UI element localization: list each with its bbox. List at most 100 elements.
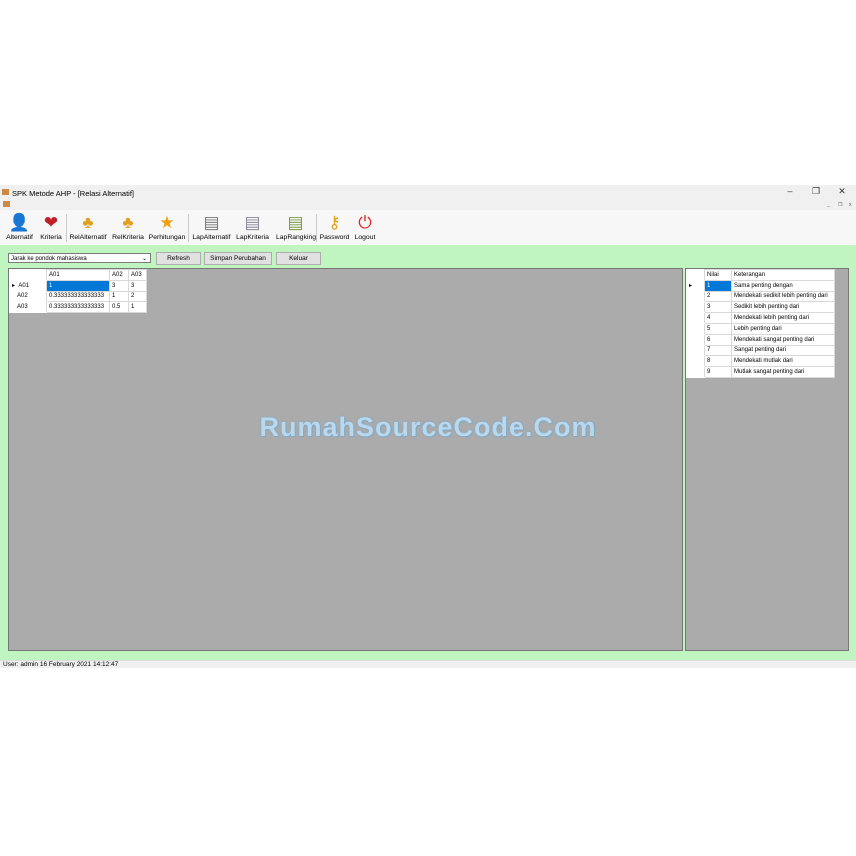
table-row: A03 0.333333333333333 0.5 1 — [9, 301, 147, 314]
column-header[interactable]: A01 — [46, 269, 110, 281]
toolbar-label: Alternatif — [6, 234, 33, 241]
toolbar-label: Logout — [354, 234, 376, 241]
save-changes-button[interactable]: Simpan Perubahan — [204, 252, 272, 265]
row-header[interactable] — [686, 301, 705, 314]
toolbar-kriteria-button[interactable]: ❤ Kriteria — [38, 212, 64, 241]
toolbar-password-button[interactable]: ⚷ Password — [319, 212, 350, 241]
matrix-cell[interactable]: 0.5 — [109, 301, 129, 314]
row-header[interactable] — [686, 355, 705, 368]
keterangan-cell[interactable]: Mendekati lebih penting dari — [731, 312, 835, 324]
star-icon: ★ — [159, 213, 175, 232]
mdi-close-button[interactable]: x — [849, 202, 852, 208]
matrix-cell[interactable]: 1 — [109, 290, 129, 303]
row-header[interactable] — [686, 322, 705, 335]
hierarchy-icon: ♣ — [82, 213, 94, 232]
toolbar-lapalternatif-button[interactable]: ▤ LapAlternatif — [191, 212, 232, 241]
toolbar-label: LapKriteria — [236, 234, 269, 241]
keterangan-cell[interactable]: Sedikit lebih penting dari — [731, 301, 835, 314]
nilai-cell[interactable]: 1 — [704, 279, 732, 292]
keterangan-cell[interactable]: Mendekati sangat penting dari — [731, 333, 835, 346]
toolbar-label: Password — [319, 234, 350, 241]
close-button[interactable]: ✕ — [835, 186, 849, 197]
matrix-cell[interactable]: 1 — [46, 279, 110, 292]
table-row: 4 Mendekati lebih penting dari — [686, 312, 835, 324]
keterangan-cell[interactable]: Mutlak sangat penting dari — [731, 366, 835, 378]
nilai-cell[interactable]: 4 — [704, 312, 732, 324]
nilai-cell[interactable]: 9 — [704, 366, 732, 378]
table-row: A02 0.333333333333333 1 2 — [9, 290, 147, 303]
criteria-select-value: Jarak ke pondok mahasiswa — [11, 256, 87, 262]
matrix-cell[interactable]: 1 — [128, 301, 147, 314]
table-row: 3 Sedikit lebih penting dari — [686, 301, 835, 314]
toolbar-alternatif-button[interactable]: 👤 Alternatif — [3, 212, 36, 241]
toolbar-label: Perhitungan — [148, 234, 186, 241]
row-header[interactable] — [686, 366, 705, 378]
row-header[interactable]: A03 — [9, 301, 47, 314]
matrix-table: A01 A02 A03 ▸ A01 1 3 3 A02 0.333333333333333 1 2… — [9, 269, 147, 314]
matrix-cell[interactable]: 3 — [128, 279, 147, 292]
toolbar-label: LapRangking — [276, 234, 317, 241]
report-icon: ▤ — [244, 213, 261, 232]
toolbar-separator — [66, 214, 67, 242]
keterangan-cell[interactable]: Mendekati sedikit lebih penting dari — [731, 290, 835, 303]
refresh-button[interactable]: Refresh — [156, 252, 201, 265]
toolbar-perhitungan-button[interactable]: ★ Perhitungan — [148, 212, 186, 241]
chevron-down-icon: ⌄ — [141, 256, 147, 262]
row-header[interactable] — [686, 344, 705, 357]
column-header[interactable]: Nilai — [704, 269, 732, 281]
keterangan-cell[interactable]: Lebih penting dari — [731, 322, 835, 335]
matrix-cell[interactable]: 3 — [109, 279, 129, 292]
toolbar-separator — [316, 214, 317, 242]
nilai-cell[interactable]: 8 — [704, 355, 732, 368]
table-row: 5 Lebih penting dari — [686, 322, 835, 335]
row-header[interactable] — [686, 333, 705, 346]
toolbar-separator — [188, 214, 189, 242]
toolbar-relalternatif-button[interactable]: ♣ RelAlternatif — [68, 212, 108, 241]
mdi-minimize-button[interactable]: _ — [827, 202, 830, 208]
nilai-cell[interactable]: 6 — [704, 333, 732, 346]
nilai-cell[interactable]: 5 — [704, 322, 732, 335]
column-header[interactable]: A02 — [109, 269, 129, 281]
table-row: ▸ A01 1 3 3 — [9, 279, 147, 292]
matrix-cell[interactable]: 2 — [128, 290, 147, 303]
toolbar-relkriteria-button[interactable]: ♣ RelKriteria — [111, 212, 145, 241]
criteria-select[interactable]: Jarak ke pondok mahasiswa ⌄ — [8, 253, 151, 263]
keterangan-cell[interactable]: Sama penting dengan — [731, 279, 835, 292]
toolbar-label: Kriteria — [40, 234, 62, 241]
row-header[interactable] — [686, 312, 705, 324]
minimize-button[interactable]: – — [783, 186, 797, 196]
row-header[interactable]: A02 — [9, 290, 47, 303]
nilai-cell[interactable]: 7 — [704, 344, 732, 357]
hierarchy-icon: ♣ — [122, 213, 134, 232]
toolbar-laprangking-button[interactable]: ▤ LapRangking — [276, 212, 317, 241]
column-header[interactable]: A03 — [128, 269, 147, 281]
table-header-row: Nilai Keterangan — [686, 269, 835, 281]
row-header[interactable]: ▸ A01 — [9, 279, 47, 292]
table-row: 6 Mendekati sangat penting dari — [686, 333, 835, 346]
mdi-restore-button[interactable]: ❐ — [838, 202, 842, 208]
keterangan-cell[interactable]: Sangat penting dari — [731, 344, 835, 357]
status-bar: User: admin 16 February 2021 14:12:47 — [0, 660, 856, 668]
row-header[interactable]: ▸ — [686, 279, 705, 292]
heart-plus-icon: ❤ — [43, 213, 59, 232]
exit-button[interactable]: Keluar — [276, 252, 321, 265]
mdi-child-icon — [3, 201, 10, 207]
current-row-icon: ▸ — [12, 283, 16, 290]
table-header-row: A01 A02 A03 — [9, 269, 147, 281]
matrix-grid[interactable] — [8, 268, 683, 651]
nilai-cell[interactable]: 3 — [704, 301, 732, 314]
chart-report-icon: ▤ — [287, 213, 304, 232]
matrix-cell[interactable]: 0.333333333333333 — [46, 301, 110, 314]
row-header[interactable] — [686, 290, 705, 303]
restore-button[interactable]: ❐ — [809, 186, 823, 197]
column-header[interactable]: Keterangan — [731, 269, 835, 281]
report-icon: ▤ — [203, 213, 220, 232]
matrix-cell[interactable]: 0.333333333333333 — [46, 290, 110, 303]
toolbar-logout-button[interactable]: ⏻ Logout — [352, 212, 378, 241]
window-title: SPK Metode AHP - [Relasi Alternatif] — [12, 189, 135, 198]
row-label: A01 — [18, 283, 30, 290]
keterangan-cell[interactable]: Mendekati mutlak dari — [731, 355, 835, 368]
toolbar-lapkriteria-button[interactable]: ▤ LapKriteria — [235, 212, 270, 241]
nilai-cell[interactable]: 2 — [704, 290, 732, 303]
table-row: 9 Mutlak sangat penting dari — [686, 366, 835, 378]
